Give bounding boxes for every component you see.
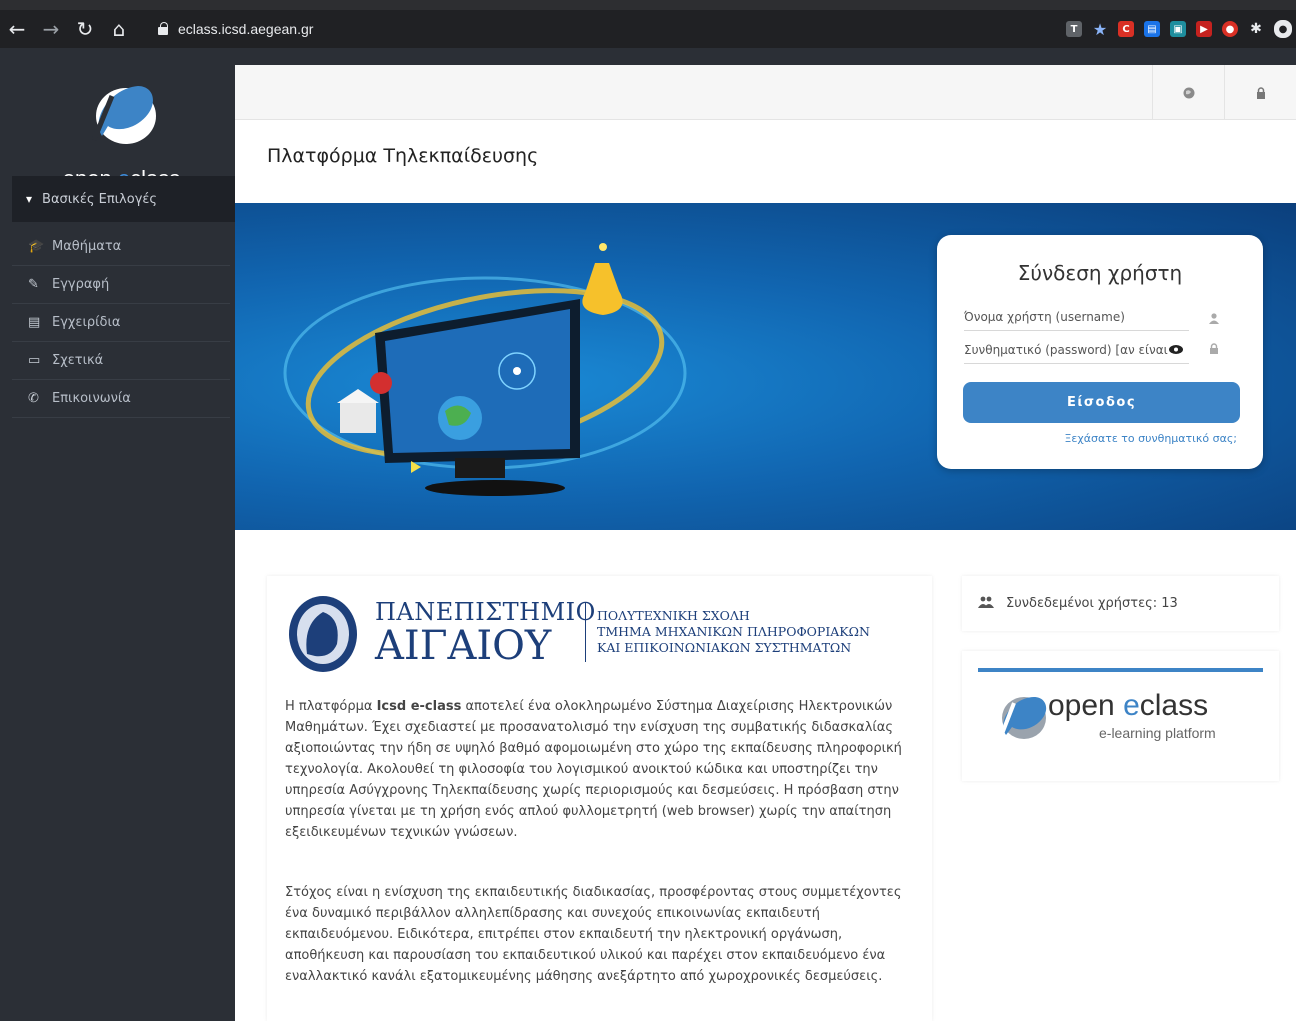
online-users-text: Συνδεδεμένοι χρήστες: 13 — [1006, 596, 1178, 611]
home-icon[interactable]: ⌂ — [102, 10, 136, 48]
extension-shield-icon[interactable]: ● — [1222, 21, 1238, 37]
logo[interactable]: open eclass — [8, 78, 235, 192]
university-logo: ΠΑΝΕΠΙΣΤΗΜΙΟ ΑΙΓΑΙΟΥ ΠΟΛΥΤΕΧΝΙΚΗ ΣΧΟΛΗ Τ… — [285, 594, 917, 676]
password-field — [964, 338, 1189, 364]
sidebar-section-header[interactable]: ▾ Βασικές Επιλογές — [12, 176, 235, 222]
user-icon — [1209, 313, 1219, 327]
login-lock-icon[interactable] — [1224, 65, 1296, 120]
puzzle-icon[interactable]: ✱ — [1248, 21, 1264, 37]
intro-paragraph-2: Στόχος είναι η ενίσχυση της εκπαιδευτική… — [285, 885, 902, 984]
login-button[interactable]: Είσοδος — [963, 382, 1240, 423]
language-icon[interactable] — [1152, 65, 1224, 120]
url-text: eclass.icsd.aegean.gr — [178, 21, 314, 37]
top-bar — [235, 65, 1296, 120]
intro-card: ΠΑΝΕΠΙΣΤΗΜΙΟ ΑΙΓΑΙΟΥ ΠΟΛΥΤΕΧΝΙΚΗ ΣΧΟΛΗ Τ… — [267, 576, 932, 1021]
sidebar-item-contact[interactable]: ✆ Επικοινωνία — [12, 380, 230, 418]
extension-play-icon[interactable]: ▶ — [1196, 21, 1212, 37]
extension-screen-icon[interactable]: ▣ — [1170, 21, 1186, 37]
platform-brand-box: open eclass e-learning platform — [962, 651, 1279, 781]
sidebar-menu: 🎓 Μαθήματα ✎ Εγγραφή ▤ Εγχειρίδια ▭ Σχετ… — [12, 228, 230, 418]
chevron-down-icon: ▾ — [26, 192, 33, 206]
brand-tagline: e-learning platform — [1099, 725, 1216, 741]
extension-c-icon[interactable]: C — [1118, 21, 1134, 37]
logo-divider — [585, 602, 586, 662]
translate-icon[interactable]: T — [1066, 21, 1082, 37]
hero-banner: Σύνδεση χρήστη Είσοδος Ξεχάσατε το συνθη… — [235, 203, 1296, 530]
username-input[interactable] — [964, 305, 1174, 329]
page-title: Πλατφόρμα Τηλεκπαίδευσης — [267, 145, 539, 167]
username-field — [964, 305, 1189, 331]
sidebar-item-about[interactable]: ▭ Σχετικά — [12, 342, 230, 380]
edit-icon: ✎ — [28, 277, 39, 292]
sidebar-item-label: Επικοινωνία — [52, 391, 131, 406]
password-input[interactable] — [964, 338, 1174, 362]
sidebar-section-title: Βασικές Επιλογές — [42, 191, 158, 207]
eclass-logo-icon — [91, 86, 156, 144]
eye-icon[interactable] — [1169, 344, 1183, 357]
lock-icon — [1209, 343, 1219, 357]
sidebar-item-courses[interactable]: 🎓 Μαθήματα — [12, 228, 230, 266]
main-content: Πλατφόρμα Τηλεκπαίδευσης Σύνδεση χρήστη — [235, 65, 1296, 1021]
extensions-area: T ★ C ▤ ▣ ▶ ● ✱ ● — [1066, 10, 1292, 48]
phone-icon: ✆ — [28, 391, 39, 406]
file-icon: ▤ — [28, 315, 41, 330]
brand-accent-bar — [978, 668, 1263, 672]
extension-doc-icon[interactable]: ▤ — [1144, 21, 1160, 37]
profile-icon[interactable]: ● — [1274, 20, 1292, 38]
forgot-password-link[interactable]: Ξεχάσατε το συνθηματικό σας; — [1064, 432, 1237, 445]
login-form: Σύνδεση χρήστη Είσοδος Ξεχάσατε το συνθη… — [937, 235, 1263, 469]
graduation-cap-icon: 🎓 — [28, 239, 45, 254]
lock-icon — [158, 22, 168, 35]
intro-paragraph-1: Η πλατφόρμα Icsd e-class αποτελεί ένα ολ… — [285, 699, 902, 840]
sidebar-item-label: Εγχειρίδια — [52, 315, 121, 330]
university-seal-icon — [289, 596, 357, 672]
forward-icon[interactable]: → — [34, 10, 68, 48]
login-title: Σύνδεση χρήστη — [1017, 261, 1183, 285]
sidebar-item-label: Εγγραφή — [52, 277, 110, 292]
university-name: ΠΑΝΕΠΙΣΤΗΜΙΟ ΑΙΓΑΙΟΥ — [375, 598, 596, 669]
users-icon — [978, 596, 994, 612]
sidebar-item-label: Σχετικά — [52, 353, 104, 368]
star-icon[interactable]: ★ — [1092, 20, 1108, 39]
hero-illustration — [283, 243, 687, 496]
online-users-box: Συνδεδεμένοι χρήστες: 13 — [962, 576, 1279, 631]
sidebar-item-label: Μαθήματα — [52, 239, 122, 254]
eclass-brand-icon — [998, 697, 1047, 740]
back-icon[interactable]: ← — [0, 10, 34, 48]
brand-name: open eclass — [1048, 689, 1209, 722]
reload-icon[interactable]: ↻ — [68, 10, 102, 48]
sidebar-item-manuals[interactable]: ▤ Εγχειρίδια — [12, 304, 230, 342]
address-bar[interactable]: eclass.icsd.aegean.gr — [144, 10, 313, 48]
browser-toolbar: ← → ↻ ⌂ eclass.icsd.aegean.gr T ★ C ▤ ▣ … — [0, 0, 1296, 48]
department-name: ΠΟΛΥΤΕΧΝΙΚΗ ΣΧΟΛΗ ΤΜΗΜΑ ΜΗΧΑΝΙΚΩΝ ΠΛΗΡΟΦ… — [597, 608, 870, 655]
card-icon: ▭ — [28, 353, 41, 368]
sidebar-item-register[interactable]: ✎ Εγγραφή — [12, 266, 230, 304]
